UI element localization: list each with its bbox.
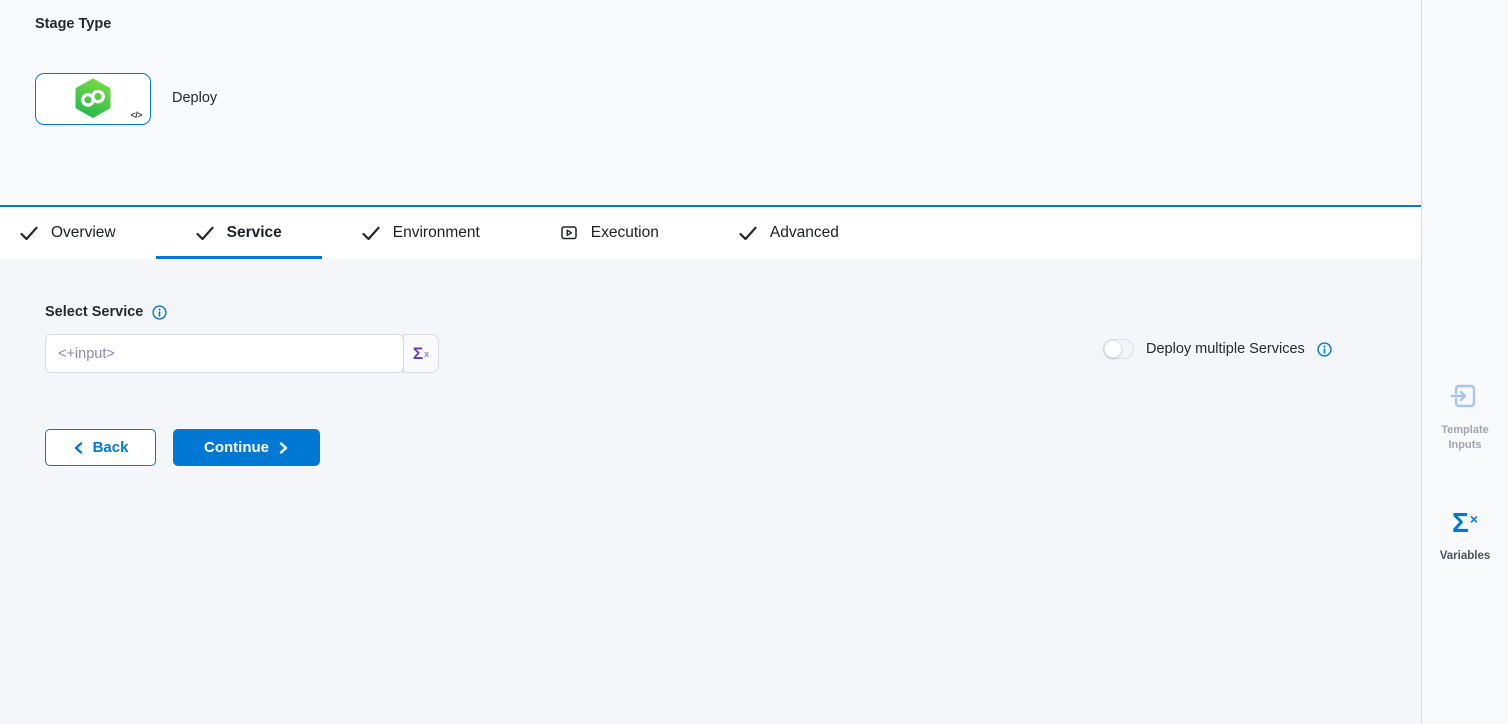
back-button-label: Back: [93, 439, 129, 456]
info-icon[interactable]: [1317, 342, 1332, 357]
tab-label: Execution: [591, 224, 659, 242]
check-icon: [20, 226, 38, 241]
sigma-superscript: x: [424, 349, 429, 359]
tab-overview[interactable]: Overview: [0, 207, 156, 259]
template-inputs-icon: [1449, 380, 1481, 412]
deploy-multiple-services-label: Deploy multiple Services: [1146, 341, 1305, 357]
variables-label: Variables: [1428, 549, 1502, 564]
select-service-input-group: Σx: [45, 334, 439, 373]
execution-icon: [560, 224, 578, 242]
runtime-input-sigma-button[interactable]: Σx: [403, 334, 439, 373]
select-service-input[interactable]: [45, 334, 404, 373]
tab-service[interactable]: Service: [156, 207, 322, 259]
tab-label: Service: [227, 224, 282, 242]
sigma-glyph: Σ: [1452, 508, 1469, 538]
check-icon: [739, 226, 757, 241]
stage-type-panel: Stage Type </> Deploy: [0, 0, 1421, 207]
select-service-label: Select Service: [45, 304, 143, 320]
right-rail: Template Inputs Σ× Variables: [1421, 0, 1508, 724]
x-glyph: ×: [1470, 511, 1478, 527]
deploy-multiple-services-row: Deploy multiple Services: [1103, 339, 1332, 359]
back-button[interactable]: Back: [45, 429, 156, 466]
check-icon: [196, 226, 214, 241]
yaml-code-icon[interactable]: </>: [130, 110, 142, 120]
navigation-buttons: Back Continue: [45, 429, 320, 466]
deploy-stage-card[interactable]: </>: [35, 73, 151, 125]
tab-execution[interactable]: Execution: [520, 207, 699, 259]
stage-tab-bar: Overview Service Environment Execution A…: [0, 207, 1421, 259]
variables-button[interactable]: Σ× Variables: [1422, 508, 1508, 564]
select-service-row: Select Service: [45, 304, 167, 320]
check-icon: [362, 226, 380, 241]
service-tab-content: Select Service Σx Deploy multiple Servic…: [0, 259, 1421, 722]
toggle-knob: [1104, 340, 1122, 358]
template-inputs-button[interactable]: Template Inputs: [1422, 380, 1508, 453]
continue-button[interactable]: Continue: [173, 429, 320, 466]
tab-advanced[interactable]: Advanced: [699, 207, 879, 259]
main-panel: Stage Type </> Deploy: [0, 0, 1421, 724]
tab-label: Overview: [51, 224, 116, 242]
stage-card-title: Deploy: [172, 90, 217, 106]
tab-label: Environment: [393, 224, 480, 242]
continue-button-label: Continue: [204, 439, 269, 456]
chevron-right-icon: [278, 442, 289, 454]
variables-sigma-icon: Σ×: [1452, 508, 1478, 540]
tab-label: Advanced: [770, 224, 839, 242]
tab-environment[interactable]: Environment: [322, 207, 520, 259]
template-inputs-label: Template Inputs: [1428, 423, 1502, 453]
deploy-multiple-services-toggle[interactable]: [1103, 339, 1134, 359]
stage-type-label: Stage Type: [35, 16, 111, 32]
chevron-left-icon: [73, 442, 84, 454]
sigma-icon: Σ: [413, 345, 423, 362]
info-icon[interactable]: [152, 305, 167, 320]
deploy-hexagon-icon: [73, 78, 113, 118]
